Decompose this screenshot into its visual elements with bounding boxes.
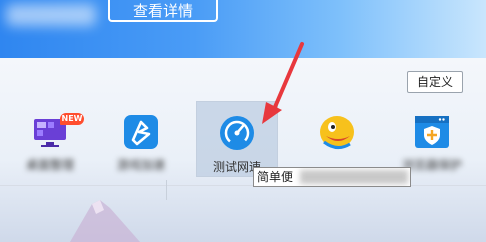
divider (0, 185, 486, 186)
red-arrow-annotation (262, 42, 304, 124)
mascot-icon (320, 116, 354, 149)
blurred-title (6, 4, 96, 26)
tool-game-booster[interactable]: 游戏加速 (101, 100, 181, 174)
header-banner: 查看详情 (0, 0, 486, 58)
tooltip-text: 简单便 (257, 170, 294, 184)
speedometer-icon (220, 116, 254, 150)
tooltip: 简单便 (253, 167, 411, 187)
new-badge: NEW (60, 113, 84, 125)
tool-label: 桌面整理 (25, 158, 74, 172)
shield-icon (415, 116, 449, 148)
tool-desktop-organizer[interactable]: 桌面整理 (10, 100, 90, 174)
view-details-button[interactable]: 查看详情 (108, 0, 218, 22)
blurred-tooltip-text (300, 170, 408, 184)
tool-label: 游戏加速 (116, 158, 165, 172)
tool-mascot[interactable] (298, 100, 378, 174)
customize-button[interactable]: 自定义 (407, 71, 463, 93)
divider-vertical (166, 180, 167, 200)
tool-browser-protection[interactable]: 浏览器保护 (392, 100, 472, 174)
background-mountain (70, 200, 140, 242)
game-boost-icon (124, 115, 158, 149)
